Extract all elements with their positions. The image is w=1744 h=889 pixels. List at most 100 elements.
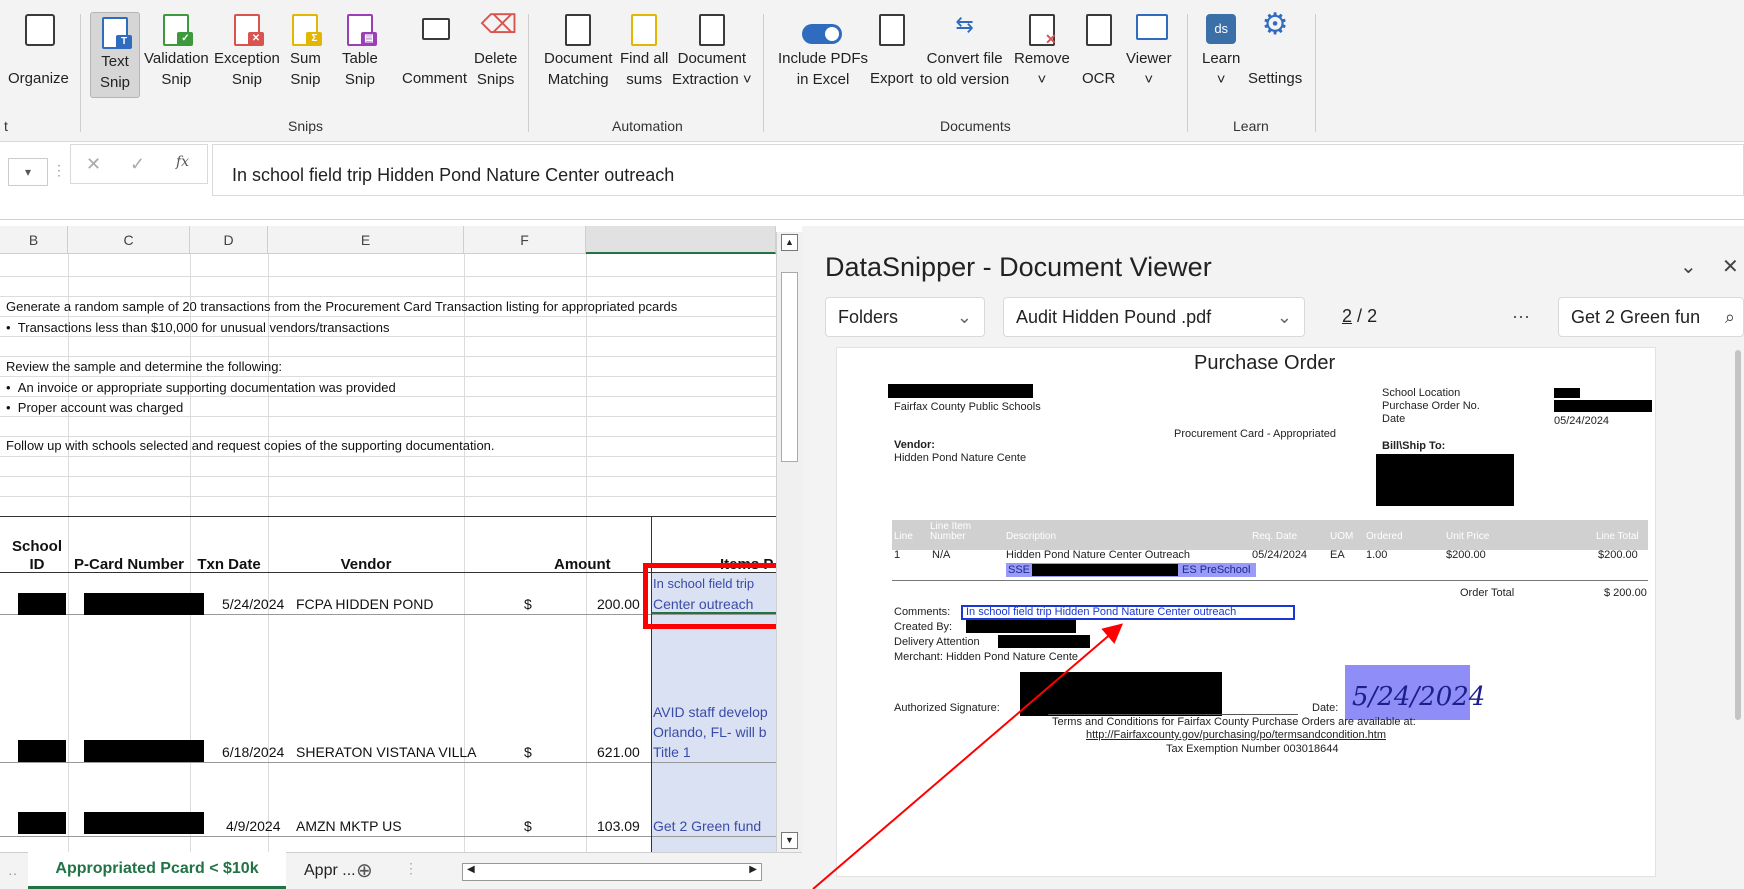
document-extraction-button[interactable]: Document Extraction ˅ [672, 14, 752, 90]
txn-date[interactable]: 4/9/2024 [226, 818, 281, 834]
validation-label: Validation [144, 50, 209, 67]
instruction-bullet: • An invoice or appropriate supporting d… [6, 380, 396, 395]
add-sheet-icon[interactable]: ⊕ [356, 858, 373, 883]
cancel-icon[interactable]: ✕ [86, 154, 101, 175]
scroll-up-icon[interactable]: ▲ [781, 234, 798, 251]
export-label: Export [870, 70, 914, 87]
items-cell[interactable]: Title 1 [653, 744, 691, 760]
sum-label: Sum [290, 50, 321, 67]
tab-appropriated-pcard[interactable]: Appropriated Pcard < $10k [28, 852, 286, 889]
line-no: 1 [894, 549, 901, 561]
vendor-cell[interactable]: AMZN MKTP US [296, 818, 402, 834]
scroll-thumb[interactable] [781, 272, 798, 462]
line-header: Ordered [1366, 531, 1403, 542]
file-dropdown[interactable]: Audit Hidden Pound .pdf ⌄ [1003, 297, 1305, 337]
viewer-label: Viewer [1126, 50, 1172, 67]
items-cell[interactable]: Orlando, FL- will b [653, 724, 767, 740]
line-header: Req. Date [1252, 531, 1298, 542]
horizontal-scrollbar[interactable]: ◀ ▶ [462, 863, 762, 881]
line-header: Line Item Number [930, 521, 972, 542]
header-amount: Amount [554, 556, 611, 573]
collapse-chevron-icon[interactable]: ⌄ [1680, 254, 1697, 279]
fx-icon[interactable]: fx [176, 154, 189, 170]
doc-extraction-label: Document [677, 50, 746, 67]
col-header-g[interactable] [586, 226, 776, 254]
search-value: Get 2 Green fun [1571, 307, 1701, 327]
include-pdfs-button[interactable]: Include PDFs in Excel [778, 14, 868, 90]
col-header-c[interactable]: C [68, 226, 190, 254]
sum-snip-button[interactable]: Σ Sum Snip [290, 14, 323, 90]
ocr-button[interactable]: OCR [1082, 14, 1115, 89]
validation-label2: Snip [161, 71, 192, 88]
col-header-d[interactable]: D [190, 226, 268, 254]
items-cell[interactable]: AVID staff develop [653, 704, 768, 720]
enter-icon[interactable]: ✓ [130, 154, 145, 175]
find-all-sums-button[interactable]: Find all sums [620, 14, 668, 90]
pdf-po-no: Purchase Order No. [1382, 400, 1480, 412]
search-icon[interactable]: ⌕ [1725, 298, 1735, 336]
amount-cell[interactable]: 103.09 [597, 818, 640, 834]
col-header-e[interactable]: E [268, 226, 464, 254]
txn-date[interactable]: 6/18/2024 [222, 744, 284, 760]
instruction-bullet: • Transactions less than $10,000 for unu… [6, 320, 390, 335]
redacted-pcard [84, 740, 204, 762]
validation-snip-button[interactable]: ✓ Validation Snip [144, 14, 209, 90]
header-txn-date: Txn Date [197, 556, 261, 573]
text-snip-label: Text [101, 53, 129, 70]
created-by-label: Created By: [894, 621, 953, 633]
settings-button[interactable]: ⚙ Settings [1248, 10, 1302, 89]
merchant-label: Merchant: Hidden Pond Nature Cente [894, 651, 1079, 663]
comments-label: Comments: [894, 606, 951, 618]
text-snip-button[interactable]: T Text Snip [90, 12, 140, 98]
tab-scroll-icon[interactable]: ‥ [8, 862, 17, 879]
table-label: Table [342, 50, 378, 67]
txn-date[interactable]: 5/24/2024 [222, 596, 284, 612]
handwritten-date: 5/24/2024 [1352, 682, 1486, 712]
search-input[interactable]: Get 2 Green fun ⌕ [1558, 297, 1744, 337]
vendor-cell[interactable]: FCPA HIDDEN POND [296, 596, 433, 612]
find-all-label2: sums [626, 71, 663, 88]
scroll-left-icon[interactable]: ◀ [467, 864, 475, 875]
export-button[interactable]: Export [870, 14, 913, 89]
viewer-title: DataSnipper - Document Viewer [825, 252, 1212, 282]
exception-snip-button[interactable]: ✕ Exception Snip [214, 14, 280, 90]
convert-file-button[interactable]: ⇆ Convert file to old version [920, 14, 1009, 90]
folders-dropdown[interactable]: Folders ⌄ [825, 297, 985, 337]
line-header: Line Total [1596, 531, 1639, 542]
pdf-vendor-label: Vendor: [894, 439, 935, 451]
learn-button[interactable]: ds Learn ˅ [1202, 14, 1240, 90]
document-matching-button[interactable]: Document Matching [544, 14, 612, 90]
delete-snips-button[interactable]: ⌫ Delete Snips [474, 11, 518, 90]
scroll-down-icon[interactable]: ▼ [781, 832, 798, 849]
table-snip-button[interactable]: ▤ Table Snip [342, 14, 378, 90]
scroll-right-icon[interactable]: ▶ [749, 864, 757, 875]
viewer-scrollbar[interactable] [1735, 350, 1741, 720]
viewer-button[interactable]: Viewer ˅ [1126, 14, 1172, 90]
instruction-line: Review the sample and determine the foll… [6, 359, 283, 374]
tab-appr[interactable]: Appr ... [304, 862, 356, 880]
sum-snip-icon: Σ [290, 14, 323, 48]
amount-cell[interactable]: 621.00 [597, 744, 640, 760]
header-pcard: P-Card Number [73, 556, 185, 573]
redacted [998, 635, 1090, 648]
delete-label: Delete [474, 50, 518, 67]
amount-cell[interactable]: 200.00 [597, 596, 640, 612]
col-header-b[interactable]: B [0, 226, 68, 254]
page-indicator[interactable]: 2 / 2 [1342, 306, 1377, 327]
line-item: N/A [932, 549, 951, 561]
redacted-school-id [18, 740, 66, 762]
col-header-f[interactable]: F [464, 226, 586, 254]
items-cell[interactable]: Get 2 Green fund [653, 818, 761, 834]
remove-button[interactable]: ✕ Remove ˅ [1014, 14, 1070, 90]
name-box-dropdown[interactable]: ▾ [8, 158, 48, 186]
vendor-cell[interactable]: SHERATON VISTANA VILLA [296, 744, 477, 760]
more-options-icon[interactable]: ··· [1512, 306, 1530, 327]
comment-button[interactable]: Comment [402, 14, 467, 89]
line-unit: $200.00 [1446, 549, 1486, 561]
currency: $ [524, 744, 532, 760]
close-icon[interactable]: ✕ [1722, 254, 1739, 279]
terms-link[interactable]: http://Fairfaxcounty.gov/purchasing/po/t… [1086, 729, 1386, 741]
organize-button[interactable]: Organize [8, 14, 69, 89]
line-desc: Hidden Pond Nature Center Outreach [1006, 549, 1191, 561]
vertical-scrollbar[interactable]: ▲ ▼ [776, 232, 802, 852]
